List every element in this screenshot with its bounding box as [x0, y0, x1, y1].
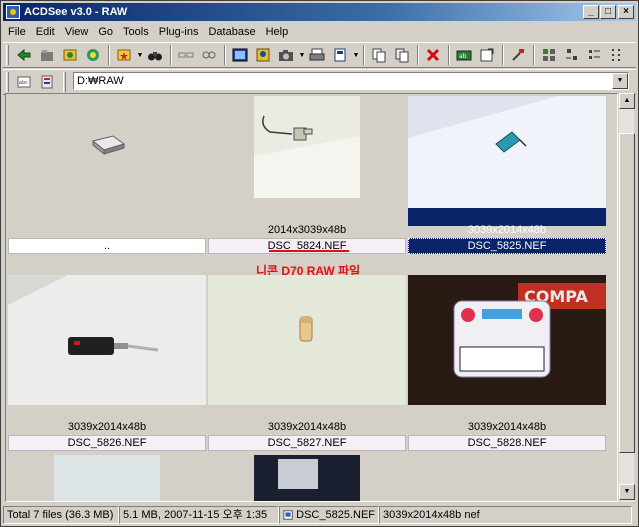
thumbnail-image[interactable] — [8, 96, 206, 226]
favorites-dropdown-icon[interactable]: ▼ — [136, 52, 144, 59]
thumbnail-image[interactable] — [8, 455, 206, 501]
title-bar[interactable]: ACDSee v3.0 - RAW _ □ × — [3, 3, 636, 21]
menu-tools[interactable]: Tools — [118, 26, 154, 38]
find-binoculars-icon[interactable] — [144, 44, 166, 66]
sort-icon[interactable]: abc — [13, 71, 35, 93]
slideshow-icon[interactable] — [252, 44, 274, 66]
acquire-dropdown-icon[interactable]: ▼ — [298, 52, 306, 59]
menu-file[interactable]: File — [3, 26, 31, 38]
thumbnail-filename[interactable]: DSC_5827.NEF — [208, 435, 406, 451]
info-icon[interactable] — [329, 44, 351, 66]
view-small-icons-icon[interactable] — [584, 44, 606, 66]
thumbnail-filename[interactable]: DSC_5828.NEF — [408, 435, 606, 451]
move-to-icon[interactable] — [391, 44, 413, 66]
delete-icon[interactable] — [422, 44, 444, 66]
view-thumbnails-icon[interactable] — [538, 44, 560, 66]
thumbnail-dimensions: 3039x2014x48b — [267, 421, 347, 433]
status-total: Total 7 files (36.3 MB) — [3, 506, 119, 524]
main-toolbar: ▼ ▼ ▼ ab — [3, 42, 636, 68]
thumbnail-view[interactable]: .. 2014x3039x48b DSC_5824.NEF 3039x2014x… — [5, 93, 618, 502]
thumbnail-image[interactable]: COMPA — [408, 275, 606, 405]
tools-icon[interactable] — [507, 44, 529, 66]
view-list-icon[interactable] — [607, 44, 629, 66]
browse-icon[interactable] — [59, 44, 81, 66]
toolbar-separator — [502, 45, 504, 65]
acdsee-app-icon[interactable] — [6, 5, 20, 19]
toolbar-separator — [448, 45, 450, 65]
annotation-underline — [269, 250, 349, 252]
scroll-down-icon[interactable]: ▼ — [619, 484, 635, 500]
favorites-icon[interactable] — [113, 44, 135, 66]
menu-bar: File Edit View Go Tools Plug-ins Databas… — [3, 23, 636, 41]
thumbnail-image[interactable] — [408, 96, 606, 226]
toolbar-separator — [108, 45, 110, 65]
status-dimensions: 3039x2014x48b nef — [379, 506, 632, 524]
back-icon[interactable] — [13, 44, 35, 66]
address-bar[interactable]: D:₩RAW ▼ — [73, 72, 629, 90]
thumbnail-dimensions: 3039x2014x48b — [467, 224, 547, 236]
menu-plugins[interactable]: Plug-ins — [154, 26, 204, 38]
svg-text:abc: abc — [19, 80, 28, 86]
svg-text:ab: ab — [459, 53, 467, 60]
close-button[interactable]: × — [618, 5, 634, 19]
properties-icon[interactable] — [476, 44, 498, 66]
toolbar-separator — [170, 45, 172, 65]
toolbar-separator — [533, 45, 535, 65]
next-image-icon[interactable] — [198, 44, 220, 66]
print-icon[interactable] — [306, 44, 328, 66]
rename-icon[interactable]: ab — [453, 44, 475, 66]
menu-help[interactable]: Help — [261, 26, 294, 38]
refresh-icon[interactable] — [82, 44, 104, 66]
minimize-button[interactable]: _ — [583, 5, 599, 19]
toolbar-grip[interactable] — [6, 72, 9, 92]
thumbnail-filename[interactable]: DSC_5825.NEF — [408, 238, 606, 254]
thumbnail-dimensions: 3039x2014x48b — [467, 421, 547, 433]
toolbar-grip[interactable] — [6, 45, 9, 65]
scroll-up-icon[interactable]: ▲ — [619, 93, 635, 109]
thumbnail-dimensions: 2014x3039x48b — [267, 224, 347, 236]
status-bar: Total 7 files (36.3 MB) 5.1 MB, 2007-11-… — [3, 505, 636, 525]
status-filename: DSC_5825.NEF — [279, 506, 379, 524]
thumbnail-image[interactable] — [208, 275, 406, 405]
acquire-camera-icon[interactable] — [275, 44, 297, 66]
window-title: ACDSee v3.0 - RAW — [24, 6, 128, 18]
menu-go[interactable]: Go — [93, 26, 118, 38]
view-large-icons-icon[interactable] — [561, 44, 583, 66]
copy-to-icon[interactable] — [368, 44, 390, 66]
maximize-button[interactable]: □ — [600, 5, 616, 19]
filter-icon[interactable] — [36, 71, 58, 93]
thumbnail-image[interactable] — [8, 275, 206, 405]
status-filename-text: DSC_5825.NEF — [296, 509, 375, 521]
menu-view[interactable]: View — [60, 26, 94, 38]
prev-image-icon[interactable] — [175, 44, 197, 66]
image-file-icon — [283, 510, 293, 520]
thumbnail-filename[interactable]: DSC_5826.NEF — [8, 435, 206, 451]
address-input[interactable]: D:₩RAW — [77, 75, 612, 87]
address-dropdown-icon[interactable]: ▼ — [612, 73, 628, 89]
status-file-info: 5.1 MB, 2007-11-15 오후 1:35 — [119, 506, 279, 524]
app-window: ACDSee v3.0 - RAW _ □ × File Edit View G… — [0, 0, 639, 527]
thumbnail-filename[interactable]: .. — [8, 238, 206, 254]
thumbnail-dimensions: 3039x2014x48b — [67, 421, 147, 433]
menu-database[interactable]: Database — [203, 26, 260, 38]
toolbar-grip[interactable] — [63, 72, 66, 92]
toolbar-separator — [417, 45, 419, 65]
scrollbar-thumb[interactable] — [619, 133, 635, 453]
thumbnail-image[interactable] — [208, 96, 406, 226]
info-dropdown-icon[interactable]: ▼ — [352, 52, 360, 59]
thumbnail-image[interactable] — [208, 455, 406, 501]
toolbar-separator — [363, 45, 365, 65]
view-image-icon[interactable] — [229, 44, 251, 66]
menu-edit[interactable]: Edit — [31, 26, 60, 38]
drive-icon — [91, 135, 126, 156]
vertical-scrollbar[interactable]: ▲ ▼ — [618, 93, 635, 502]
toolbar-separator — [224, 45, 226, 65]
folder-up-icon[interactable] — [36, 44, 58, 66]
